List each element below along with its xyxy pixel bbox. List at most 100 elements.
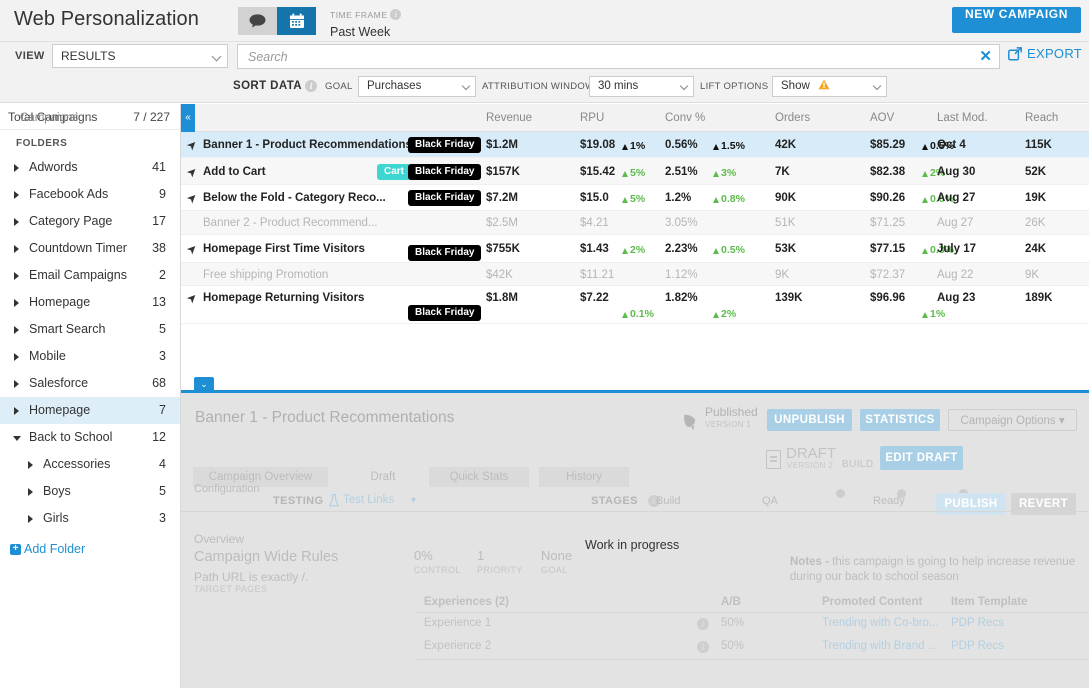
- attribution-label: ATTRIBUTION WINDOW: [482, 81, 595, 92]
- sidebar-folder-adwords[interactable]: Adwords 41: [0, 154, 180, 181]
- sidebar-folder-email-campaigns[interactable]: Email Campaigns 2: [0, 262, 180, 289]
- clear-search-icon[interactable]: ✕: [979, 49, 992, 64]
- campaign-tag[interactable]: Black Friday: [408, 305, 482, 321]
- divider: [181, 511, 1089, 512]
- sidebar-folder-category-page[interactable]: Category Page 17: [0, 208, 180, 235]
- campaign-tag[interactable]: Black Friday: [408, 137, 482, 153]
- folders-header: FOLDERS: [16, 138, 68, 149]
- folder-label: Adwords: [29, 160, 78, 174]
- sidebar-folder-accessories[interactable]: Accessories 4: [0, 451, 180, 478]
- attribution-select[interactable]: 30 mins: [589, 76, 694, 97]
- export-button[interactable]: EXPORT: [1008, 46, 1082, 61]
- conv-value: 1.2%: [665, 192, 692, 204]
- campaign-tag[interactable]: Black Friday: [408, 190, 482, 206]
- chevron-right-icon: [14, 191, 19, 199]
- table-header-row: « Campaigns ↓ Revenue RPU Conv % Orders AOV La…: [20, 104, 1089, 132]
- column-header-revenue[interactable]: Revenue: [486, 112, 532, 124]
- table-row[interactable]: Banner 2 - Product Recommend... $2.5M $4.2…: [181, 211, 1089, 235]
- edit-draft-button[interactable]: EDIT DRAFT: [880, 446, 963, 470]
- column-header-last-mod[interactable]: Last Mod.: [937, 112, 988, 124]
- unpublish-button[interactable]: UNPUBLISH: [767, 409, 852, 431]
- search-input[interactable]: [248, 45, 948, 68]
- sidebar-folder-boys[interactable]: Boys 5: [0, 478, 180, 505]
- sidebar-folder-facebook-ads[interactable]: Facebook Ads 9: [0, 181, 180, 208]
- experience-promoted-content[interactable]: Trending with Brand ...: [822, 640, 937, 652]
- sidebar-folder-back-to-school[interactable]: Back to School 12: [0, 424, 180, 451]
- exp-column-a-b: A/B: [721, 596, 741, 608]
- lift-options-select[interactable]: Show: [772, 76, 887, 97]
- experience-promoted-content[interactable]: Trending with Co-bro...: [822, 617, 939, 629]
- chat-bubble-icon[interactable]: [238, 7, 277, 35]
- folder-label: Facebook Ads: [29, 187, 109, 201]
- table-body: ➤ Banner 1 - Product Recommendations Black…: [181, 132, 1089, 324]
- configuration-label: Configuration: [194, 483, 260, 495]
- campaign-options-dropdown[interactable]: Campaign Options ▾: [948, 409, 1077, 431]
- chevron-right-icon: [28, 461, 33, 469]
- campaign-tag[interactable]: Black Friday: [408, 164, 482, 180]
- info-icon[interactable]: i: [305, 80, 318, 92]
- info-icon[interactable]: i: [390, 9, 402, 21]
- stage-dot[interactable]: [836, 489, 845, 498]
- sidebar-folder-homepage[interactable]: Homepage 7: [0, 397, 180, 424]
- experience-item-template[interactable]: PDP Recs: [951, 617, 1004, 629]
- info-icon[interactable]: i: [697, 618, 709, 630]
- rocket-icon: ➤: [183, 289, 201, 307]
- chevron-down-icon: [679, 81, 689, 91]
- conv-value: 3.05%: [665, 217, 698, 229]
- detail-tab-draft[interactable]: Draft: [353, 467, 413, 487]
- table-row[interactable]: ➤ Homepage First Time Visitors Black Frida…: [181, 235, 1089, 263]
- flask-icon: [329, 494, 339, 507]
- arrow-up-icon: [713, 197, 719, 203]
- sidebar-folder-countdown-timer[interactable]: Countdown Timer 38: [0, 235, 180, 262]
- last-mod-value: Aug 30: [937, 166, 976, 178]
- rpu-value: $7.22: [580, 292, 609, 304]
- campaign-tag[interactable]: Cart: [377, 164, 412, 180]
- new-campaign-button[interactable]: NEW CAMPAIGN: [952, 7, 1081, 33]
- table-row[interactable]: ➤ Homepage Returning Visitors Black Friday…: [181, 286, 1089, 324]
- column-header-reach[interactable]: Reach: [1025, 112, 1058, 124]
- campaign-tag[interactable]: Black Friday: [408, 245, 482, 261]
- column-header-aov[interactable]: AOV: [870, 112, 894, 124]
- folder-count: 13: [152, 295, 166, 309]
- column-header-orders[interactable]: Orders: [775, 112, 810, 124]
- sidebar-folder-mobile[interactable]: Mobile 3: [0, 343, 180, 370]
- table-row[interactable]: Free shipping Promotion $42K $11.21 1.12% 9K…: [181, 263, 1089, 286]
- column-header-campaigns[interactable]: Campaigns ↓: [20, 112, 93, 124]
- detail-tab-history[interactable]: History: [539, 467, 629, 487]
- chevron-right-icon: [14, 299, 19, 307]
- experience-item-template[interactable]: PDP Recs: [951, 640, 1004, 652]
- collapse-sidebar-icon[interactable]: «: [181, 104, 195, 132]
- column-header-rpu[interactable]: RPU: [580, 112, 604, 124]
- add-folder-button[interactable]: + Add Folder: [10, 542, 180, 556]
- rpu-lift: 0.1%: [622, 308, 654, 320]
- calendar-icon[interactable]: [277, 7, 316, 35]
- column-header-conv[interactable]: Conv %: [665, 112, 705, 124]
- info-icon[interactable]: i: [697, 641, 709, 653]
- arrow-up-icon: [922, 144, 928, 150]
- expand-detail-icon[interactable]: ⌄: [194, 377, 214, 393]
- chevron-down-icon[interactable]: ▾: [411, 495, 416, 506]
- column-label: Last Mod.: [937, 112, 988, 124]
- goal-select[interactable]: Purchases: [358, 76, 476, 97]
- statistics-button[interactable]: STATISTICS: [860, 409, 940, 431]
- detail-tab-quick-stats[interactable]: Quick Stats: [429, 467, 529, 487]
- view-select[interactable]: RESULTS: [52, 44, 228, 68]
- sort-data-label: SORT DATA i: [233, 80, 318, 92]
- folder-count: 3: [159, 511, 166, 525]
- table-row[interactable]: ➤ Banner 1 - Product Recommendations Black…: [181, 132, 1089, 158]
- time-frame-block[interactable]: TIME FRAME i Past Week: [330, 6, 402, 39]
- test-links-label[interactable]: Test Links: [343, 494, 394, 506]
- sidebar-folder-salesforce[interactable]: Salesforce 68: [0, 370, 180, 397]
- sidebar-folder-girls[interactable]: Girls 3: [0, 505, 180, 532]
- sidebar-folder-smart-search[interactable]: Smart Search 5: [0, 316, 180, 343]
- sidebar-folder-homepage[interactable]: Homepage 13: [0, 289, 180, 316]
- campaign-options-label: Campaign Options: [960, 415, 1056, 427]
- table-row[interactable]: ➤ Below the Fold - Category Reco... Black …: [181, 185, 1089, 211]
- sort-icon[interactable]: ↓: [87, 112, 93, 124]
- table-row[interactable]: ➤ Add to Cart Cart Black Friday $157K $15.42 5…: [181, 158, 1089, 185]
- external-link-icon: [1008, 46, 1022, 61]
- folder-label: Countdown Timer: [29, 241, 127, 255]
- reach-value: 115K: [1025, 139, 1052, 151]
- chevron-down-icon: [461, 81, 471, 91]
- folder-label: Homepage: [29, 295, 91, 309]
